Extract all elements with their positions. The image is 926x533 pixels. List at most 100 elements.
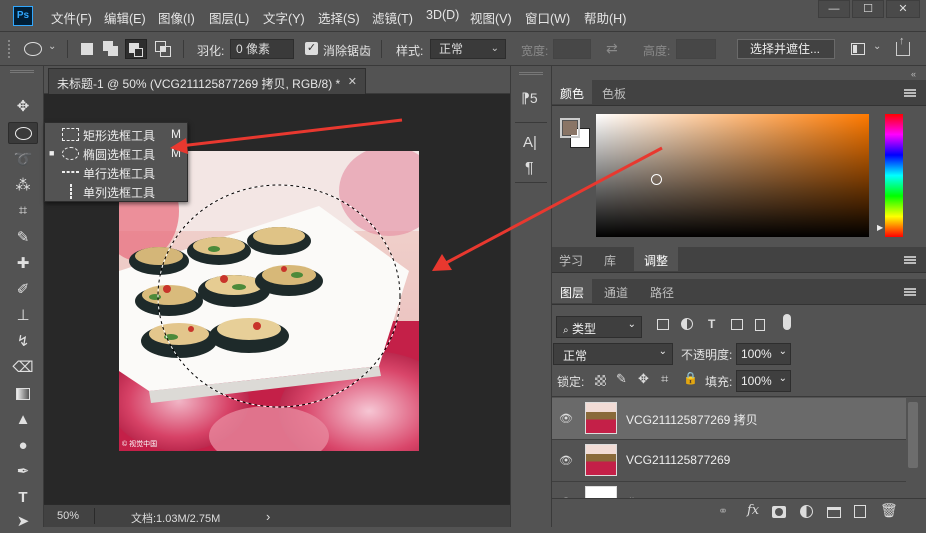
collapse-panels-icon[interactable]: « bbox=[892, 69, 916, 79]
layers-scrollbar[interactable] bbox=[908, 402, 918, 468]
minimize-button[interactable]: — bbox=[818, 0, 850, 18]
chevron-down-icon[interactable]: ⌄ bbox=[873, 41, 881, 52]
share-icon[interactable]: ↑ bbox=[896, 35, 910, 56]
tab-color[interactable]: 颜色 bbox=[552, 80, 592, 104]
visibility-eye-icon[interactable]: 👁 bbox=[559, 454, 573, 467]
fill-input[interactable]: 100% ⌄ bbox=[736, 370, 791, 392]
elliptical-marquee-tool-icon[interactable] bbox=[8, 122, 38, 144]
tab-channels[interactable]: 通道 bbox=[596, 279, 636, 303]
filter-pixel-layer-icon[interactable] bbox=[657, 319, 669, 330]
blend-mode-select[interactable]: 正常 ⌄ bbox=[553, 343, 673, 365]
menu-view[interactable]: 视图(V) bbox=[470, 8, 512, 27]
close-window-button[interactable]: ✕ bbox=[886, 0, 920, 18]
close-tab-icon[interactable]: ✕ bbox=[348, 75, 357, 88]
type-tool-icon[interactable]: T bbox=[8, 487, 38, 509]
lock-artboard-icon[interactable]: ⌗ bbox=[661, 371, 668, 387]
layer-row-original[interactable]: 👁 VCG211125877269 bbox=[552, 440, 906, 482]
menu-type[interactable]: 文字(Y) bbox=[263, 8, 305, 27]
move-tool-icon[interactable]: ✥ bbox=[8, 96, 38, 118]
gradient-tool-icon[interactable] bbox=[8, 383, 38, 405]
blur-tool-icon[interactable]: ▲ bbox=[8, 409, 38, 431]
flyout-item-elliptical-marquee[interactable]: ■ 椭圆选框工具 M bbox=[45, 144, 187, 163]
pen-tool-icon[interactable]: ✒ bbox=[8, 461, 38, 483]
foreground-color-swatch[interactable] bbox=[560, 118, 580, 138]
crop-tool-icon[interactable]: ⌗ bbox=[8, 200, 38, 222]
character-panel-icon[interactable]: A| bbox=[523, 134, 537, 151]
tab-paths[interactable]: 路径 bbox=[642, 279, 682, 303]
history-panel-icon[interactable]: ⁋5 bbox=[521, 90, 543, 110]
eyedropper-icon[interactable]: ✎ bbox=[8, 227, 38, 249]
dodge-tool-icon[interactable]: ● bbox=[8, 435, 38, 457]
height-input[interactable] bbox=[676, 39, 716, 59]
paragraph-panel-icon[interactable]: ¶ bbox=[525, 160, 534, 178]
menu-window[interactable]: 窗口(W) bbox=[525, 8, 570, 27]
select-and-mask-button[interactable]: 选择并遮住... bbox=[737, 39, 835, 59]
flyout-item-single-row-marquee[interactable]: 单行选框工具 bbox=[45, 163, 187, 182]
link-layers-icon[interactable]: ⚭ bbox=[718, 504, 728, 518]
toolbar-grip[interactable] bbox=[10, 70, 34, 73]
filter-shape-layer-icon[interactable] bbox=[731, 319, 743, 330]
flyout-item-rectangular-marquee[interactable]: 矩形选框工具 M bbox=[45, 125, 187, 144]
menu-filter[interactable]: 滤镜(T) bbox=[372, 8, 413, 27]
tab-libraries[interactable]: 库 bbox=[592, 247, 628, 271]
swap-icon[interactable]: ⇄ bbox=[606, 40, 618, 57]
clone-stamp-icon[interactable]: ⊥ bbox=[8, 305, 38, 327]
menu-edit[interactable]: 编辑(E) bbox=[104, 8, 146, 27]
flyout-item-single-column-marquee[interactable]: 单列选框工具 bbox=[45, 182, 187, 201]
dock-grip[interactable] bbox=[519, 72, 543, 75]
new-group-icon[interactable] bbox=[827, 507, 841, 518]
menu-3d[interactable]: 3D(D) bbox=[426, 8, 459, 22]
layer-filter-select[interactable]: ⌕ 类型 ⌄ bbox=[556, 316, 642, 338]
layer-name[interactable]: VCG211125877269 拷贝 bbox=[626, 411, 758, 428]
status-menu-arrow-icon[interactable]: › bbox=[266, 509, 270, 524]
ellipse-tool-preset-icon[interactable] bbox=[24, 42, 42, 56]
filter-smart-object-icon[interactable] bbox=[755, 319, 765, 331]
opacity-input[interactable]: 100% ⌄ bbox=[736, 343, 791, 365]
lock-transparent-icon[interactable] bbox=[595, 375, 606, 386]
feather-input[interactable]: 0 像素 bbox=[230, 39, 294, 59]
intersect-selection-icon[interactable] bbox=[155, 41, 171, 57]
lock-image-icon[interactable]: ✎ bbox=[616, 371, 627, 387]
panel-menu-icon[interactable] bbox=[904, 89, 916, 97]
lock-all-icon[interactable]: 🔒 bbox=[683, 371, 698, 385]
chevron-down-icon[interactable]: ⌄ bbox=[48, 41, 56, 52]
filter-toggle-switch[interactable] bbox=[783, 314, 791, 330]
filter-type-layer-icon[interactable]: T bbox=[708, 317, 715, 331]
hue-slider[interactable] bbox=[885, 114, 903, 237]
width-input[interactable] bbox=[553, 39, 591, 59]
maximize-button[interactable]: ☐ bbox=[852, 0, 884, 18]
panel-menu-icon[interactable] bbox=[904, 256, 916, 264]
style-select[interactable]: 正常 ⌄ bbox=[430, 39, 506, 59]
filter-adjustment-layer-icon[interactable] bbox=[681, 318, 693, 330]
menu-select[interactable]: 选择(S) bbox=[318, 8, 360, 27]
menu-layer[interactable]: 图层(L) bbox=[209, 8, 249, 27]
eraser-icon[interactable]: ⌫ bbox=[8, 357, 38, 379]
history-brush-icon[interactable]: ↯ bbox=[8, 331, 38, 353]
tab-adjustments[interactable]: 调整 bbox=[634, 247, 678, 271]
delete-layer-icon[interactable]: 🗑 bbox=[880, 502, 898, 519]
menu-image[interactable]: 图像(I) bbox=[158, 8, 195, 27]
menu-help[interactable]: 帮助(H) bbox=[584, 8, 626, 27]
antialias-checkbox[interactable]: ✓ bbox=[305, 42, 318, 55]
subtract-selection-icon[interactable] bbox=[125, 39, 147, 59]
tab-learn[interactable]: 学习 bbox=[552, 247, 590, 271]
visibility-eye-icon[interactable]: 👁 bbox=[559, 412, 573, 425]
panel-menu-icon[interactable] bbox=[904, 288, 916, 296]
workspace-icon[interactable] bbox=[851, 43, 865, 55]
add-mask-icon[interactable] bbox=[772, 506, 786, 518]
document-tab[interactable]: 未标题-1 @ 50% (VCG211125877269 拷贝, RGB/8) … bbox=[48, 68, 366, 94]
new-adjustment-layer-icon[interactable] bbox=[800, 505, 813, 518]
add-selection-icon[interactable] bbox=[103, 41, 119, 57]
color-picker-field[interactable] bbox=[596, 114, 869, 237]
menu-file[interactable]: 文件(F) bbox=[51, 8, 92, 27]
lock-position-icon[interactable]: ✥ bbox=[638, 371, 649, 387]
zoom-level[interactable]: 50% bbox=[57, 510, 79, 522]
grip-handle[interactable] bbox=[8, 40, 10, 58]
layer-style-icon[interactable]: fx bbox=[747, 503, 759, 518]
layer-row-copy[interactable]: 👁 VCG211125877269 拷贝 bbox=[552, 398, 906, 440]
brush-tool-icon[interactable]: ✐ bbox=[8, 279, 38, 301]
lasso-tool-icon[interactable]: ➰ bbox=[8, 149, 38, 171]
new-layer-icon[interactable] bbox=[854, 505, 866, 518]
new-selection-icon[interactable] bbox=[81, 43, 93, 55]
magic-wand-icon[interactable]: ⁂ bbox=[8, 175, 38, 197]
